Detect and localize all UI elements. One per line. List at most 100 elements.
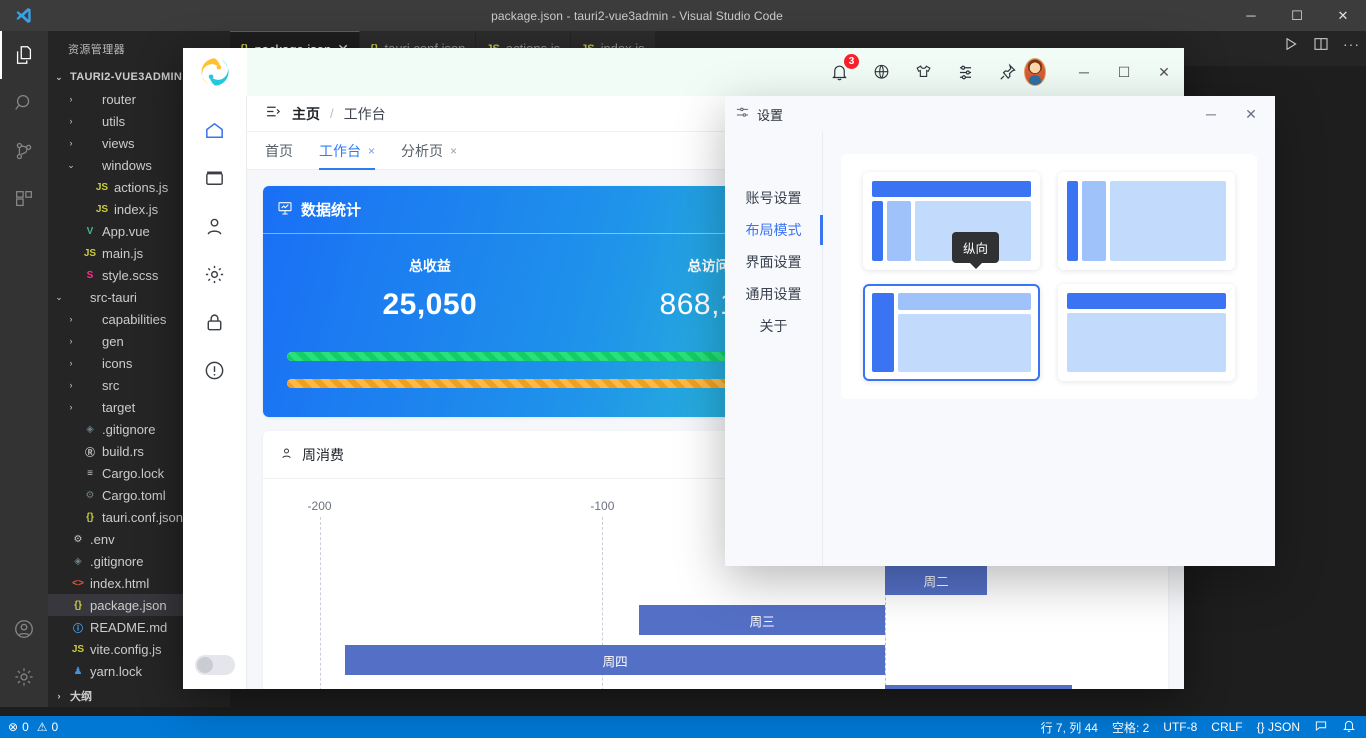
app-tab[interactable]: 工作台 × (319, 132, 375, 170)
app-tab[interactable]: 首页 (265, 132, 293, 170)
indentation[interactable]: 空格: 2 (1112, 719, 1149, 736)
file-tree-item-label: README.md (90, 620, 167, 635)
settings-nav-item[interactable]: 界面设置 (725, 246, 822, 278)
app-close-button[interactable]: ✕ (1144, 48, 1184, 96)
line-ending[interactable]: CRLF (1211, 720, 1242, 734)
stat-card-title-group: 数据统计 (277, 199, 361, 220)
file-type-icon: JS (94, 182, 110, 193)
app-tab-close-icon[interactable]: × (450, 144, 457, 158)
settings-nav-item[interactable]: 通用设置 (725, 278, 822, 310)
feedback-icon[interactable] (1314, 719, 1328, 736)
search-icon[interactable] (0, 79, 48, 127)
file-tree-item-label: .env (90, 532, 115, 547)
extensions-icon[interactable] (0, 175, 48, 223)
cursor-position[interactable]: 行 7, 列 44 (1041, 719, 1098, 736)
layout-option-vertical[interactable] (863, 284, 1040, 382)
vscode-minimize-button[interactable]: ─ (1228, 0, 1274, 31)
file-tree-item-label: .gitignore (102, 422, 155, 437)
vscode-window-controls[interactable]: ─ ☐ ✕ (1228, 0, 1366, 31)
status-bar-right: 行 7, 列 44 空格: 2 UTF-8 CRLF {} JSON (1041, 719, 1366, 736)
app-tab-close-icon[interactable]: × (368, 144, 375, 158)
chevron-right-icon: › (64, 358, 78, 368)
settings-dialog-header: 设置 ─ ✕ (725, 96, 1275, 132)
chevron-down-icon: ⌄ (64, 160, 78, 171)
file-type-icon: V (82, 226, 98, 237)
file-tree-item-label: yarn.lock (90, 664, 142, 679)
settings-nav-item-label: 界面设置 (746, 252, 802, 272)
file-tree-item-label: router (102, 92, 136, 107)
settings-minimize-button[interactable]: ─ (1191, 96, 1231, 132)
vscode-close-button[interactable]: ✕ (1320, 0, 1366, 31)
app-minimize-button[interactable]: ─ (1064, 48, 1104, 96)
app-maximize-button[interactable]: ☐ (1104, 48, 1144, 96)
app-tab-label: 工作台 (319, 141, 361, 161)
settings-nav-item[interactable]: 账号设置 (725, 182, 822, 214)
encoding[interactable]: UTF-8 (1163, 720, 1197, 734)
settings-nav-item[interactable]: 布局模式 (725, 214, 822, 246)
warning-icon[interactable]: ⚠ (37, 720, 48, 734)
warning-count: 0 (52, 720, 59, 734)
app-tab[interactable]: 分析页 × (401, 132, 457, 170)
bell-icon[interactable] (1342, 719, 1356, 736)
menu-fold-icon[interactable] (265, 103, 282, 125)
chart-bar-label: 周三 (750, 611, 775, 630)
pin-icon[interactable] (996, 61, 1018, 83)
stat-metric-label: 总收益 (287, 256, 573, 276)
layout-option-columns[interactable] (1058, 172, 1235, 270)
language-globe-icon[interactable] (870, 61, 892, 83)
file-tree-item-label: style.scss (102, 268, 158, 283)
sidebar-item-archive[interactable] (183, 154, 247, 202)
file-tree-item-label: icons (102, 356, 132, 371)
settings-nav-item-label: 布局模式 (746, 220, 802, 240)
file-type-icon: JS (70, 644, 86, 655)
sidebar-item-about[interactable] (183, 346, 247, 394)
file-type-icon: {} (70, 600, 86, 611)
settings-close-button[interactable]: ✕ (1231, 96, 1271, 132)
file-type-icon: JS (94, 204, 110, 215)
file-type-icon: ⚙ (70, 534, 86, 545)
avatar[interactable] (1024, 61, 1046, 83)
chart-bar[interactable]: 周三 (639, 605, 885, 635)
chart-bar[interactable]: 周四 (345, 645, 885, 675)
x-axis-tick-label: -100 (590, 499, 614, 513)
chevron-right-icon: › (64, 94, 78, 104)
explorer-icon[interactable] (0, 31, 48, 79)
stat-metric-value: 25,050 (287, 288, 573, 322)
settings-nav-item[interactable]: 关于 (725, 310, 822, 342)
file-tree-item-label: target (102, 400, 135, 415)
settings-content: 纵向 (823, 132, 1275, 566)
chart-card-title: 周消费 (302, 445, 344, 465)
file-tree-item-label: capabilities (102, 312, 166, 327)
file-tree-item-label: index.js (114, 202, 158, 217)
split-editor-icon[interactable] (1313, 36, 1329, 57)
language-mode[interactable]: {} JSON (1257, 720, 1300, 734)
sidebar-item-home[interactable] (183, 106, 247, 154)
source-control-icon[interactable] (0, 127, 48, 175)
sidebar-collapse-toggle[interactable] (195, 655, 235, 675)
run-icon[interactable] (1283, 36, 1299, 57)
breadcrumb-root[interactable]: 主页 (292, 104, 320, 124)
file-tree-item-label: App.vue (102, 224, 150, 239)
settings-sliders-icon[interactable] (954, 61, 976, 83)
chevron-right-icon: › (64, 314, 78, 324)
theme-shirt-icon[interactable] (912, 61, 934, 83)
chart-gridline (320, 517, 321, 689)
editor-action-bar: ··· (1283, 36, 1360, 57)
app-sidebar (183, 96, 247, 689)
chart-bar[interactable]: 周五 (885, 685, 1072, 689)
error-icon[interactable]: ⊗ (8, 720, 18, 734)
file-type-icon: ⓘ (70, 620, 86, 635)
more-actions-icon[interactable]: ··· (1343, 36, 1360, 57)
file-type-icon: Ⓡ (82, 444, 98, 459)
manage-settings-gear-icon[interactable] (0, 653, 48, 701)
app-tab-label: 分析页 (401, 141, 443, 161)
layout-option-top[interactable] (1058, 284, 1235, 382)
vscode-maximize-button[interactable]: ☐ (1274, 0, 1320, 31)
sidebar-item-user[interactable] (183, 202, 247, 250)
notification-bell-icon[interactable]: 3 (828, 61, 850, 83)
chart-bar[interactable]: 周二 (885, 565, 987, 595)
account-icon[interactable] (0, 605, 48, 653)
file-tree-item-label: vite.config.js (90, 642, 162, 657)
sidebar-item-settings[interactable] (183, 250, 247, 298)
sidebar-item-lock[interactable] (183, 298, 247, 346)
